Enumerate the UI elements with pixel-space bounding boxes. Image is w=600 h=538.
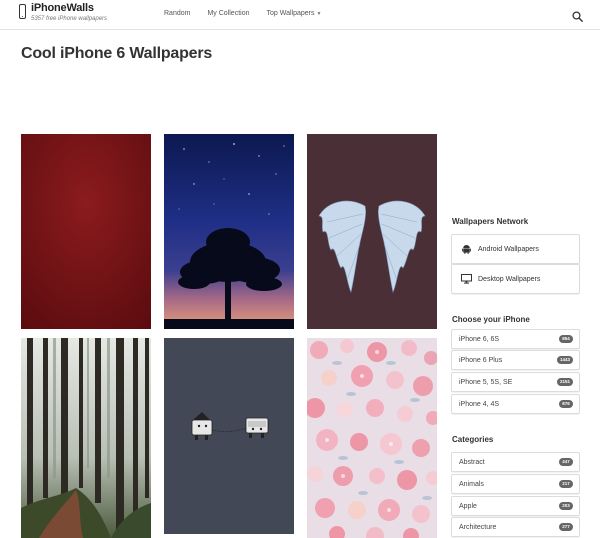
desktop-wallpapers-button[interactable]: Desktop Wallpapers: [451, 264, 580, 294]
site-subtitle: 5357 free iPhone wallpapers: [31, 16, 108, 22]
iphone-model-5-5s-se[interactable]: iPhone 5, 5S, SE 2151: [451, 372, 580, 392]
brand-text: iPhoneWalls 5357 free iPhone wallpapers: [31, 2, 108, 23]
wallpaper-thumb-angel-wings[interactable]: [307, 134, 437, 329]
desktop-wallpapers-label: Desktop Wallpapers: [478, 275, 541, 283]
top-navbar: iPhoneWalls 5357 free iPhone wallpapers …: [0, 0, 600, 30]
category-apple[interactable]: Apple 203: [451, 496, 580, 516]
categories-heading: Categories: [452, 435, 494, 444]
count-badge: 277: [559, 523, 573, 531]
nav-top-wallpapers[interactable]: Top Wallpapers ▼: [266, 10, 321, 17]
network-heading: Wallpapers Network: [452, 217, 529, 226]
chevron-down-icon: ▼: [316, 11, 322, 17]
category-label: Animals: [459, 480, 484, 488]
nav-my-collection[interactable]: My Collection: [207, 10, 249, 17]
category-label: Apple: [459, 502, 477, 510]
android-wallpapers-button[interactable]: Android Wallpapers: [451, 234, 580, 264]
iphone-model-6-plus[interactable]: iPhone 6 Plus 1443: [451, 350, 580, 370]
count-badge: 447: [559, 458, 573, 466]
wallpaper-thumb-tree-night-sky[interactable]: [164, 134, 294, 329]
android-icon: [460, 244, 472, 254]
iphone-model-label: iPhone 6 Plus: [459, 356, 503, 364]
wallpaper-thumb-red-gradient[interactable]: [21, 134, 151, 329]
category-label: Architecture: [459, 523, 497, 531]
page-title: Cool iPhone 6 Wallpapers: [21, 45, 213, 62]
category-animals[interactable]: Animals 217: [451, 474, 580, 494]
site-logo[interactable]: iPhoneWalls 5357 free iPhone wallpapers: [19, 3, 107, 22]
wallpaper-thumb-floral-pattern[interactable]: [307, 338, 437, 538]
count-badge: 876: [559, 400, 573, 408]
count-badge: 854: [559, 335, 573, 343]
count-badge: 2151: [556, 378, 573, 386]
count-badge: 1443: [556, 356, 573, 364]
choose-iphone-heading: Choose your iPhone: [452, 315, 530, 324]
nav-random[interactable]: Random: [164, 10, 190, 17]
wallpaper-thumb-forest-path[interactable]: [21, 338, 151, 538]
category-label: Abstract: [459, 458, 485, 466]
phone-icon: [19, 4, 26, 19]
monitor-icon: [460, 274, 472, 284]
iphone-model-label: iPhone 4, 4S: [459, 400, 500, 408]
iphone-model-4-4s[interactable]: iPhone 4, 4S 876: [451, 394, 580, 414]
main-nav: Random My Collection Top Wallpapers ▼: [164, 10, 338, 17]
iphone-model-6-6s[interactable]: iPhone 6, 6S 854: [451, 329, 580, 349]
site-title: iPhoneWalls: [31, 2, 94, 14]
android-wallpapers-label: Android Wallpapers: [478, 245, 539, 253]
wallpaper-thumb-robots[interactable]: [164, 338, 294, 534]
nav-top-wallpapers-label: Top Wallpapers: [266, 10, 315, 17]
iphone-model-label: iPhone 5, 5S, SE: [459, 378, 513, 386]
count-badge: 203: [559, 502, 573, 510]
iphone-model-label: iPhone 6, 6S: [459, 335, 500, 343]
category-architecture[interactable]: Architecture 277: [451, 517, 580, 537]
category-abstract[interactable]: Abstract 447: [451, 452, 580, 472]
search-icon[interactable]: [572, 9, 583, 22]
count-badge: 217: [559, 480, 573, 488]
